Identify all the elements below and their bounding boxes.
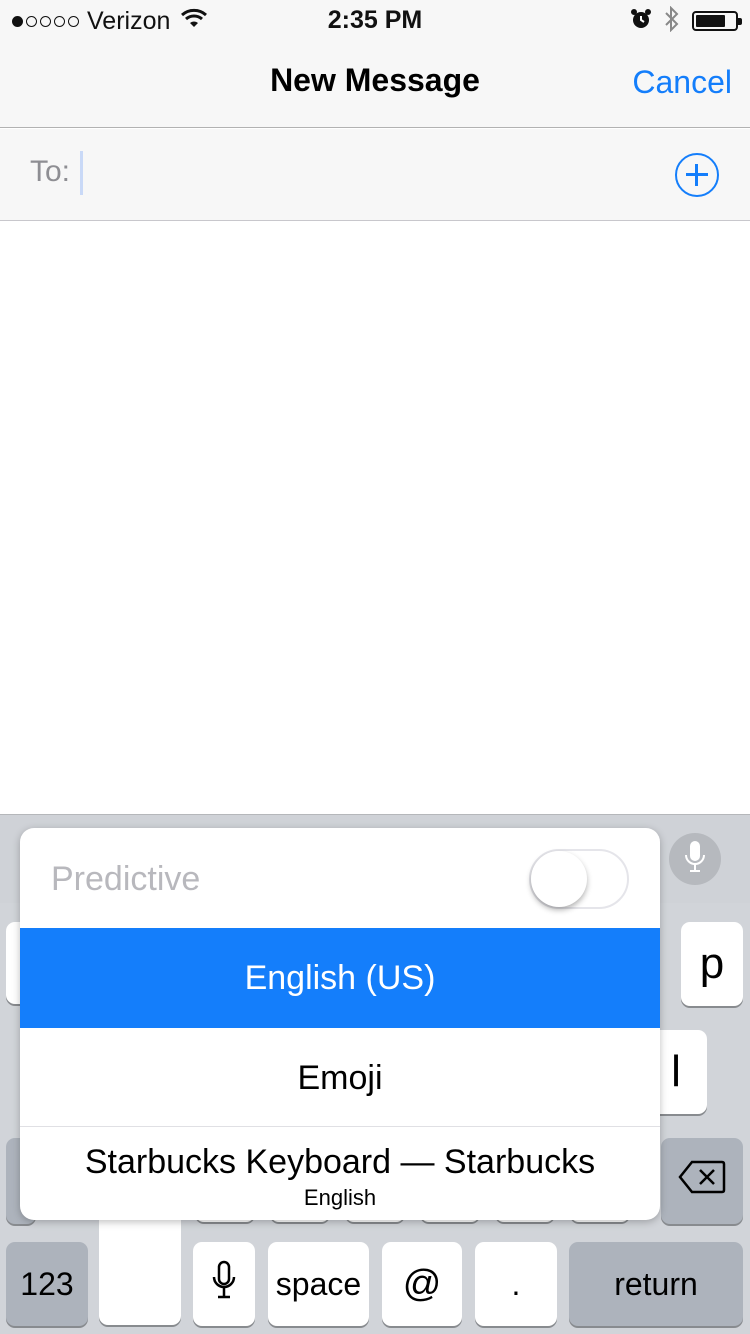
- keyboard-language-menu: Predictive English (US) Emoji Starbucks …: [20, 828, 660, 1220]
- predictive-toggle[interactable]: [529, 849, 629, 909]
- at-key[interactable]: @: [382, 1242, 462, 1326]
- status-bar: Verizon 2:35 PM: [0, 0, 750, 40]
- microphone-icon: [212, 1260, 236, 1308]
- nav-bar: New Message Cancel: [0, 40, 750, 128]
- text-cursor: [80, 151, 83, 195]
- cancel-button[interactable]: Cancel: [632, 64, 732, 101]
- message-body[interactable]: [0, 222, 750, 814]
- screen: Verizon 2:35 PM New Message Cancel To: p…: [0, 0, 750, 1334]
- battery-cap: [738, 18, 742, 25]
- recipient-input[interactable]: [80, 151, 640, 197]
- return-key[interactable]: return: [569, 1242, 743, 1326]
- battery-fill: [696, 15, 725, 27]
- key-p[interactable]: p: [681, 922, 743, 1006]
- alarm-icon: [630, 8, 652, 35]
- language-option-emoji[interactable]: Emoji: [20, 1028, 660, 1128]
- globe-key[interactable]: [99, 1215, 181, 1325]
- dictation-button[interactable]: [669, 833, 721, 885]
- predictive-label: Predictive: [51, 860, 201, 898]
- add-contact-icon[interactable]: [675, 153, 719, 197]
- microphone-icon: [684, 840, 706, 879]
- delete-icon: [678, 1160, 726, 1202]
- space-key[interactable]: space: [268, 1242, 369, 1326]
- toggle-knob: [531, 851, 587, 907]
- starbucks-keyboard-language: English: [303, 1185, 377, 1210]
- battery-icon: [692, 11, 742, 31]
- predictive-row: Predictive: [20, 828, 660, 928]
- numbers-key[interactable]: 123: [6, 1242, 88, 1326]
- to-label: To:: [30, 155, 71, 188]
- delete-key[interactable]: [661, 1138, 743, 1224]
- bluetooth-icon: [664, 5, 680, 37]
- status-right: [630, 5, 742, 37]
- starbucks-keyboard-title: Starbucks Keyboard — Starbucks: [84, 1143, 596, 1181]
- language-option-starbucks[interactable]: Starbucks Keyboard — Starbucks English: [20, 1126, 660, 1220]
- dictation-key[interactable]: [193, 1242, 255, 1326]
- recipient-row: To:: [0, 129, 750, 221]
- language-option-english-us[interactable]: English (US): [20, 928, 660, 1028]
- period-key[interactable]: .: [475, 1242, 557, 1326]
